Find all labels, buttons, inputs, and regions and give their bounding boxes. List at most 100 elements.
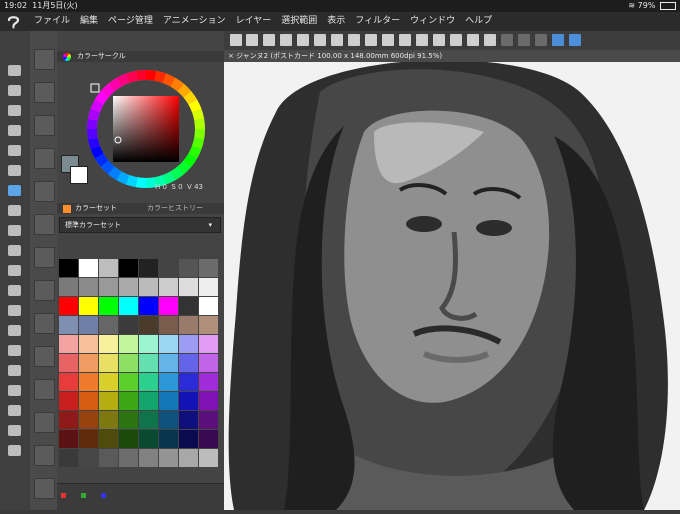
hue-segment[interactable] [100, 160, 115, 175]
ruler-icon[interactable] [501, 34, 513, 46]
color-swatch[interactable] [139, 373, 158, 391]
fill-selection-icon[interactable] [450, 34, 462, 46]
hue-segment[interactable] [183, 91, 198, 105]
color-swatch[interactable] [59, 430, 78, 448]
arrows-icon[interactable] [263, 34, 275, 46]
undo-icon[interactable] [365, 34, 377, 46]
subtool-2-icon[interactable] [34, 82, 55, 103]
redo-icon[interactable] [382, 34, 394, 46]
color-swatch[interactable] [179, 259, 198, 277]
zoom-tool-icon[interactable] [8, 65, 21, 76]
color-swatch[interactable] [199, 392, 218, 410]
hue-segment[interactable] [116, 73, 130, 87]
crop-icon[interactable] [467, 34, 479, 46]
eyedropper-tool-icon[interactable] [8, 165, 21, 176]
color-swatch[interactable] [179, 278, 198, 296]
move-tool-icon[interactable] [8, 105, 21, 116]
menu-item[interactable]: アニメーション [163, 12, 226, 31]
select-tool-icon[interactable] [8, 125, 21, 136]
subtool-7-icon[interactable] [34, 247, 55, 268]
color-swatch[interactable] [159, 373, 178, 391]
shape-tool-icon[interactable] [8, 345, 21, 356]
menu-item[interactable]: ヘルプ [465, 12, 492, 31]
color-swatch[interactable] [99, 297, 118, 315]
color-swatch[interactable] [199, 335, 218, 353]
subtool-9-icon[interactable] [34, 313, 55, 334]
perspective-icon[interactable] [535, 34, 547, 46]
hue-segment[interactable] [125, 70, 138, 83]
hue-segment[interactable] [162, 171, 176, 185]
color-swatch[interactable] [199, 430, 218, 448]
hue-segment[interactable] [94, 91, 109, 105]
hue-segment[interactable] [135, 70, 147, 81]
menu-item[interactable]: ウィンドウ [410, 12, 455, 31]
color-swatch[interactable] [139, 449, 158, 467]
color-swatch[interactable] [119, 316, 138, 334]
color-swatch[interactable] [199, 354, 218, 372]
menu-item[interactable]: ページ管理 [108, 12, 153, 31]
color-swatch[interactable] [119, 297, 138, 315]
color-set-select[interactable]: 標準カラーセット ▾ [59, 217, 221, 233]
color-swatch[interactable] [79, 278, 98, 296]
color-swatch[interactable] [159, 335, 178, 353]
snap-icon[interactable] [518, 34, 530, 46]
color-swatch[interactable] [119, 373, 138, 391]
help-icon[interactable] [569, 34, 581, 46]
hue-segment[interactable] [145, 177, 157, 188]
color-swatch[interactable] [139, 297, 158, 315]
color-swatch[interactable] [179, 411, 198, 429]
color-swatch[interactable] [159, 430, 178, 448]
pencil-tool-icon[interactable] [8, 205, 21, 216]
ruler-tool-icon[interactable] [8, 385, 21, 396]
color-swatch[interactable] [59, 335, 78, 353]
sub-color-swatch[interactable] [70, 166, 88, 184]
color-swatch[interactable] [179, 449, 198, 467]
lasso-tool-icon[interactable] [8, 145, 21, 156]
color-swatch[interactable] [199, 316, 218, 334]
text-tool-icon[interactable] [8, 405, 21, 416]
airbrush-tool-icon[interactable] [8, 245, 21, 256]
hue-segment[interactable] [192, 137, 205, 150]
color-swatch[interactable] [199, 278, 218, 296]
subtool-1-icon[interactable] [34, 49, 55, 70]
color-swatch[interactable] [159, 411, 178, 429]
hue-segment[interactable] [87, 137, 100, 150]
hue-segment[interactable] [154, 175, 167, 188]
color-swatch[interactable] [59, 392, 78, 410]
frame-tool-icon[interactable] [8, 365, 21, 376]
color-swatch[interactable] [79, 297, 98, 315]
hue-segment[interactable] [177, 160, 192, 175]
color-swatch[interactable] [119, 259, 138, 277]
new-icon[interactable] [297, 34, 309, 46]
subtool-13-icon[interactable] [34, 445, 55, 466]
color-swatch[interactable] [99, 430, 118, 448]
color-swatch[interactable] [79, 335, 98, 353]
copy-icon[interactable] [348, 34, 360, 46]
subtool-14-icon[interactable] [34, 478, 55, 499]
hue-segment[interactable] [90, 99, 104, 113]
color-swatch[interactable] [159, 297, 178, 315]
save-icon[interactable] [331, 34, 343, 46]
subtool-8-icon[interactable] [34, 280, 55, 301]
color-swatch[interactable] [199, 411, 218, 429]
fill-tool-icon[interactable] [8, 305, 21, 316]
color-swatch[interactable] [179, 297, 198, 315]
correction-tool-icon[interactable] [8, 445, 21, 456]
tab-color-history[interactable]: カラーヒストリー [147, 203, 203, 214]
gradient-tool-icon[interactable] [8, 325, 21, 336]
subtool-10-icon[interactable] [34, 346, 55, 367]
color-swatch[interactable] [179, 373, 198, 391]
hue-segment[interactable] [100, 83, 115, 98]
color-swatch[interactable] [159, 278, 178, 296]
color-swatch[interactable] [59, 259, 78, 277]
color-swatch[interactable] [199, 297, 218, 315]
app-logo-icon[interactable] [6, 14, 21, 29]
color-swatch[interactable] [79, 316, 98, 334]
color-swatch[interactable] [119, 278, 138, 296]
menu-item[interactable]: ファイル [34, 12, 70, 31]
color-swatch[interactable] [59, 297, 78, 315]
color-swatch[interactable] [59, 354, 78, 372]
hue-segment[interactable] [194, 128, 205, 140]
color-swatch[interactable] [99, 411, 118, 429]
hue-segment[interactable] [87, 108, 100, 121]
